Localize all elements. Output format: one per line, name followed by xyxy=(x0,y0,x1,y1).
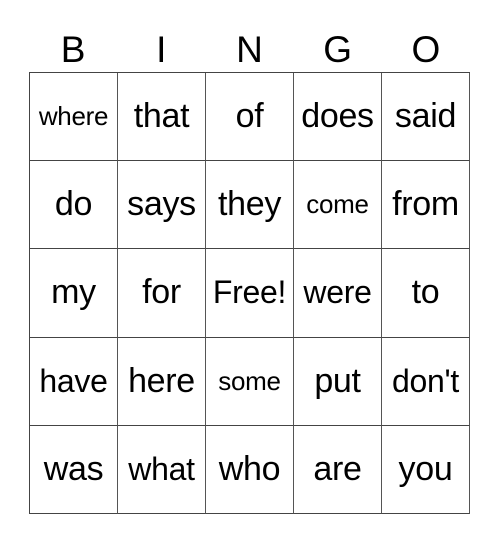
bingo-cell[interactable]: for xyxy=(118,249,206,338)
bingo-cell[interactable]: where xyxy=(30,73,118,162)
bingo-cell[interactable]: that xyxy=(118,73,206,162)
free-space-cell[interactable]: Free! xyxy=(206,249,294,338)
bingo-cell[interactable]: put xyxy=(294,337,382,426)
bingo-cell[interactable]: some xyxy=(206,337,294,426)
bingo-cell[interactable]: who xyxy=(206,425,294,514)
bingo-cell[interactable]: says xyxy=(118,161,206,250)
header-letter-b: B xyxy=(60,29,86,70)
bingo-cell[interactable]: don't xyxy=(382,337,470,426)
bingo-cell[interactable]: to xyxy=(382,249,470,338)
bingo-grid: where that of does said do says they com… xyxy=(29,72,470,514)
bingo-cell[interactable]: come xyxy=(294,161,382,250)
header-letter-i: I xyxy=(156,29,167,70)
bingo-cell[interactable]: have xyxy=(30,337,118,426)
bingo-cell[interactable]: of xyxy=(206,73,294,162)
bingo-cell[interactable]: does xyxy=(294,73,382,162)
bingo-cell[interactable]: what xyxy=(118,425,206,514)
bingo-cell[interactable]: my xyxy=(30,249,118,338)
header-letter-n: N xyxy=(236,29,263,70)
bingo-cell[interactable]: said xyxy=(382,73,470,162)
header-letter-g: G xyxy=(323,29,353,70)
header-letter-o: O xyxy=(411,29,441,70)
bingo-cell[interactable]: they xyxy=(206,161,294,250)
bingo-cell[interactable]: are xyxy=(294,425,382,514)
bingo-cell[interactable]: here xyxy=(118,337,206,426)
bingo-header: B I N G O xyxy=(29,28,470,72)
bingo-cell[interactable]: do xyxy=(30,161,118,250)
bingo-cell[interactable]: from xyxy=(382,161,470,250)
bingo-cell[interactable]: was xyxy=(30,425,118,514)
bingo-cell[interactable]: were xyxy=(294,249,382,338)
bingo-cell[interactable]: you xyxy=(382,425,470,514)
